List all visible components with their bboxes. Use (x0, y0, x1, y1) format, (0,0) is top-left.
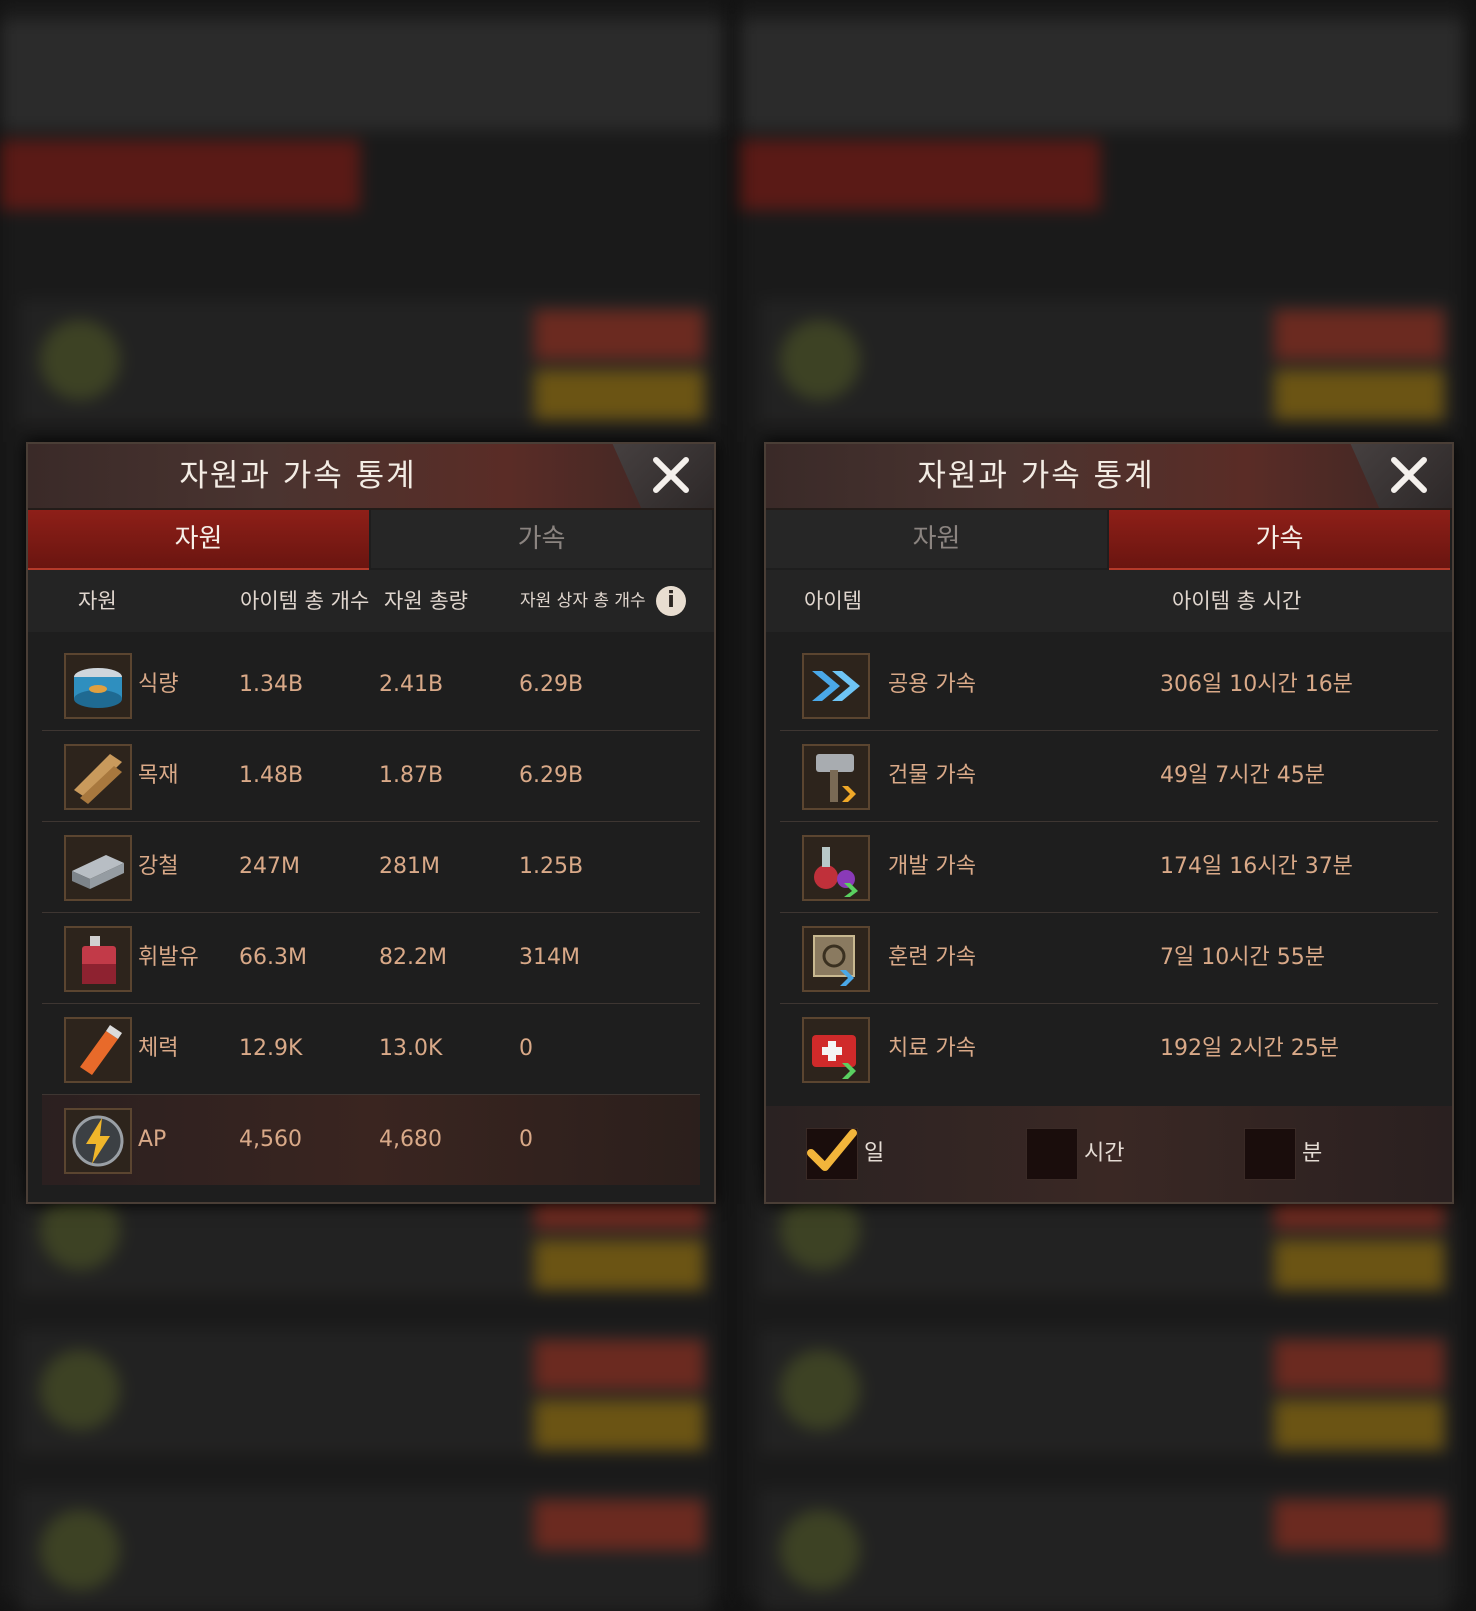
speedup-time: 174일 16시간 37분 (1160, 854, 1353, 879)
item-count: 1.48B (239, 763, 304, 788)
resource-name: 식량 (138, 672, 179, 697)
resource-total: 82.2M (379, 945, 447, 970)
tab-bar: 자원 가속 (28, 510, 714, 571)
building-speedup-icon (802, 744, 870, 810)
column-item-count: 아이템 총 개수 (240, 589, 370, 613)
resource-name: AP (138, 1127, 167, 1152)
box-count: 0 (519, 1127, 533, 1152)
tab-bar: 자원 가속 (766, 510, 1452, 571)
speedup-name: 훈련 가속 (888, 945, 976, 970)
resource-name: 목재 (138, 763, 179, 788)
speedup-time: 192일 2시간 25분 (1160, 1036, 1339, 1061)
column-item: 아이템 (804, 589, 862, 613)
column-total-time: 아이템 총 시간 (1172, 589, 1302, 613)
fuel-can-icon (64, 926, 132, 992)
close-icon (1391, 457, 1427, 493)
label-minutes: 분 (1302, 1141, 1323, 1166)
box-count: 1.25B (519, 854, 584, 879)
panel-title: 자원과 가속 통계 (179, 458, 417, 494)
resource-list: 식량 1.34B 2.41B 6.29B 목재 1.48B 1.87B 6.29… (42, 640, 700, 1185)
resource-name: 강철 (138, 854, 179, 879)
box-count: 6.29B (519, 763, 584, 788)
speedup-name: 건물 가속 (888, 763, 976, 788)
resource-name: 휘발유 (138, 945, 199, 970)
speedup-row-research: 개발 가속 174일 16시간 37분 (780, 822, 1438, 913)
resource-row-wood: 목재 1.48B 1.87B 6.29B (42, 731, 700, 822)
resource-row-fuel: 휘발유 66.3M 82.2M 314M (42, 913, 700, 1004)
label-hours: 시간 (1084, 1141, 1125, 1166)
column-resource: 자원 (78, 589, 117, 613)
tab-resources[interactable]: 자원 (28, 510, 369, 571)
column-header: 아이템 아이템 총 시간 (766, 570, 1452, 632)
item-count: 12.9K (239, 1036, 303, 1061)
training-speedup-icon (802, 926, 870, 992)
close-button[interactable] (1350, 444, 1452, 508)
resource-total: 1.87B (379, 763, 444, 788)
resource-total: 281M (379, 854, 440, 879)
resource-name: 체력 (138, 1036, 179, 1061)
speedup-stats-panel: 자원과 가속 통계 자원 가속 아이템 아이템 총 시간 공용 가속 306일 … (764, 442, 1454, 1204)
close-icon (653, 457, 689, 493)
label-days: 일 (864, 1141, 885, 1166)
item-count: 1.34B (239, 672, 304, 697)
box-count: 314M (519, 945, 580, 970)
close-button[interactable] (612, 444, 714, 508)
checkbox-days[interactable] (806, 1128, 858, 1180)
info-icon[interactable]: i (656, 586, 686, 616)
column-box-count: 자원 상자 총 개수 (520, 591, 646, 611)
research-speedup-icon (802, 835, 870, 901)
speedup-name: 공용 가속 (888, 672, 976, 697)
general-speedup-icon (802, 653, 870, 719)
tab-speedups[interactable]: 가속 (371, 510, 712, 568)
panel-title: 자원과 가속 통계 (917, 458, 1155, 494)
column-resource-total: 자원 총량 (384, 589, 468, 613)
resource-row-food: 식량 1.34B 2.41B 6.29B (42, 640, 700, 731)
panel-header: 자원과 가속 통계 (28, 444, 714, 510)
speedup-row-healing: 치료 가속 192일 2시간 25분 (780, 1004, 1438, 1094)
resource-stats-panel: 자원과 가속 통계 자원 가속 자원 아이템 총 개수 자원 총량 자원 상자 … (26, 442, 716, 1204)
speedup-time: 7일 10시간 55분 (1160, 945, 1325, 970)
tab-resources[interactable]: 자원 (766, 510, 1107, 568)
healing-speedup-icon (802, 1017, 870, 1083)
item-count: 247M (239, 854, 300, 879)
resource-total: 4,680 (379, 1127, 442, 1152)
speedup-time: 306일 10시간 16분 (1160, 672, 1353, 697)
speedup-row-general: 공용 가속 306일 10시간 16분 (780, 640, 1438, 731)
resource-total: 2.41B (379, 672, 444, 697)
wood-icon (64, 744, 132, 810)
speedup-name: 개발 가속 (888, 854, 976, 879)
steel-icon (64, 835, 132, 901)
ap-lightning-icon (64, 1108, 132, 1174)
resource-row-ap: AP 4,560 4,680 0 (42, 1095, 700, 1185)
item-count: 66.3M (239, 945, 307, 970)
resource-row-steel: 강철 247M 281M 1.25B (42, 822, 700, 913)
panel-header: 자원과 가속 통계 (766, 444, 1452, 510)
resource-total: 13.0K (379, 1036, 443, 1061)
item-count: 4,560 (239, 1127, 302, 1152)
speedup-name: 치료 가속 (888, 1036, 976, 1061)
speedup-row-training: 훈련 가속 7일 10시간 55분 (780, 913, 1438, 1004)
resource-row-stamina: 체력 12.9K 13.0K 0 (42, 1004, 700, 1095)
speedup-list: 공용 가속 306일 10시간 16분 건물 가속 49일 7시간 45분 개발… (780, 640, 1438, 1094)
column-header: 자원 아이템 총 개수 자원 총량 자원 상자 총 개수 i (28, 570, 714, 632)
box-count: 6.29B (519, 672, 584, 697)
food-can-icon (64, 653, 132, 719)
checkbox-hours[interactable] (1026, 1128, 1078, 1180)
checkmark-icon (807, 1129, 857, 1171)
tab-speedups[interactable]: 가속 (1109, 510, 1450, 571)
time-unit-options: 일 시간 분 (766, 1106, 1452, 1202)
stamina-icon (64, 1017, 132, 1083)
speedup-row-building: 건물 가속 49일 7시간 45분 (780, 731, 1438, 822)
checkbox-minutes[interactable] (1244, 1128, 1296, 1180)
box-count: 0 (519, 1036, 533, 1061)
speedup-time: 49일 7시간 45분 (1160, 763, 1325, 788)
